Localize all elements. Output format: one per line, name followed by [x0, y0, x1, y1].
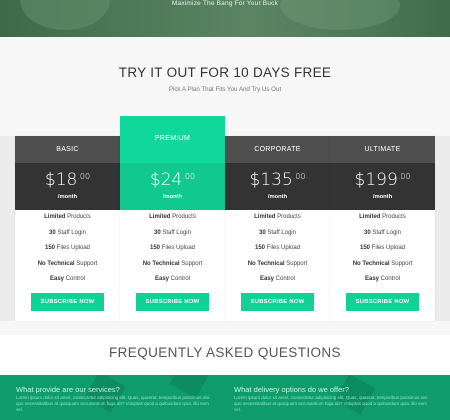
feature-item: No Technical Support	[352, 260, 413, 267]
feature-list: Limited Products 30 Staff Login 150 File…	[225, 210, 330, 288]
price-period: /month	[162, 194, 183, 200]
feature-list: Limited Products 30 Staff Login 150 File…	[120, 210, 225, 288]
price-cents: .00	[292, 172, 306, 182]
plan-price: $24.00 /month	[120, 163, 225, 210]
pricing-title: TRY IT OUT FOR 10 DAYS FREE	[118, 65, 332, 80]
price-currency: $	[149, 170, 161, 190]
feature-item: Easy Control	[259, 276, 296, 282]
plan-price: $135.00 /month	[225, 163, 330, 210]
feature-item: 30 Staff Login	[154, 229, 191, 236]
price-amount: $199.00	[330, 170, 435, 190]
feature-item: 30 Staff Login	[364, 229, 401, 236]
plan-name: CORPORATE	[225, 136, 330, 163]
plan-name: PREMIUM	[120, 116, 225, 163]
price-currency: $	[249, 170, 261, 190]
price-amount: $24.00	[120, 170, 225, 190]
faq-question[interactable]: What provide are our services?	[16, 385, 120, 394]
plan-price: $18.00 /month	[15, 163, 120, 210]
plan-name: ULTIMATE	[330, 136, 435, 163]
price-currency: $	[354, 170, 366, 190]
subscribe-button[interactable]: SUBSCRIBE NOW	[241, 293, 314, 311]
pricing-section: TRY IT OUT FOR 10 DAYS FREE Pick A Plan …	[0, 37, 450, 335]
price-period: /month	[267, 194, 288, 200]
feature-list: Limited Products 30 Staff Login 150 File…	[15, 210, 120, 288]
price-dollars: 135	[260, 170, 293, 190]
faq-section: FREQUENTLY ASKED QUESTIONS	[0, 335, 450, 375]
feature-list: Limited Products 30 Staff Login 150 File…	[330, 210, 435, 288]
plan-price: $199.00 /month	[330, 163, 435, 210]
feature-item: 30 Staff Login	[49, 229, 86, 236]
price-dollars: 199	[365, 170, 398, 190]
feature-item: Easy Control	[364, 276, 401, 282]
feature-item: Limited Products	[359, 214, 406, 220]
price-cents: .00	[182, 172, 196, 182]
price-dollars: 24	[160, 170, 183, 190]
feature-item: 150 Files Upload	[44, 245, 91, 251]
price-amount: $135.00	[225, 170, 330, 190]
feature-item: Easy Control	[154, 276, 191, 282]
price-period: /month	[57, 194, 78, 200]
feature-item: Limited Products	[149, 214, 196, 220]
price-cents: .00	[77, 172, 91, 182]
plan-name: BASIC	[15, 136, 120, 163]
feature-item: Limited Products	[44, 214, 91, 220]
price-dollars: 18	[55, 170, 78, 190]
price-period: /month	[372, 194, 393, 200]
faq-title: FREQUENTLY ASKED QUESTIONS	[109, 345, 341, 360]
subscribe-button[interactable]: SUBSCRIBE NOW	[31, 293, 104, 311]
feature-item: No Technical Support	[142, 260, 203, 267]
hero-banner: Maximize The Bang For Your Buck	[0, 0, 450, 37]
faq-band: What provide are our services? Lorem ips…	[0, 375, 450, 420]
subscribe-button[interactable]: SUBSCRIBE NOW	[136, 293, 209, 311]
plan-card-ultimate: ULTIMATE $199.00 /month Limited Products…	[330, 136, 435, 321]
feature-item: Limited Products	[254, 214, 301, 220]
feature-item: No Technical Support	[247, 260, 308, 267]
plan-card-basic: BASIC $18.00 /month Limited Products 30 …	[15, 136, 120, 321]
plan-card-corporate: CORPORATE $135.00 /month Limited Product…	[225, 136, 330, 321]
price-currency: $	[44, 170, 56, 190]
faq-answer: Lorem ipsum dolor sit amet, consectetur …	[234, 395, 428, 412]
faq-answer: Lorem ipsum dolor sit amet, consectetur …	[16, 395, 210, 412]
price-amount: $18.00	[15, 170, 120, 190]
feature-item: 150 Files Upload	[254, 245, 301, 251]
feature-item: Easy Control	[49, 276, 86, 282]
faq-question[interactable]: What delivery options do we offer?	[234, 385, 349, 394]
feature-item: 150 Files Upload	[149, 245, 196, 251]
hero-tagline: Maximize The Bang For Your Buck	[171, 0, 279, 7]
price-cents: .00	[397, 172, 411, 182]
feature-item: 150 Files Upload	[359, 245, 406, 251]
feature-item: 30 Staff Login	[259, 229, 296, 236]
subscribe-button[interactable]: SUBSCRIBE NOW	[346, 293, 419, 311]
pricing-subtitle: Pick A Plan That Fits You And Try Us Out	[168, 86, 282, 93]
feature-item: No Technical Support	[37, 260, 98, 267]
plan-card-premium: PREMIUM $24.00 /month Limited Products 3…	[120, 116, 225, 321]
